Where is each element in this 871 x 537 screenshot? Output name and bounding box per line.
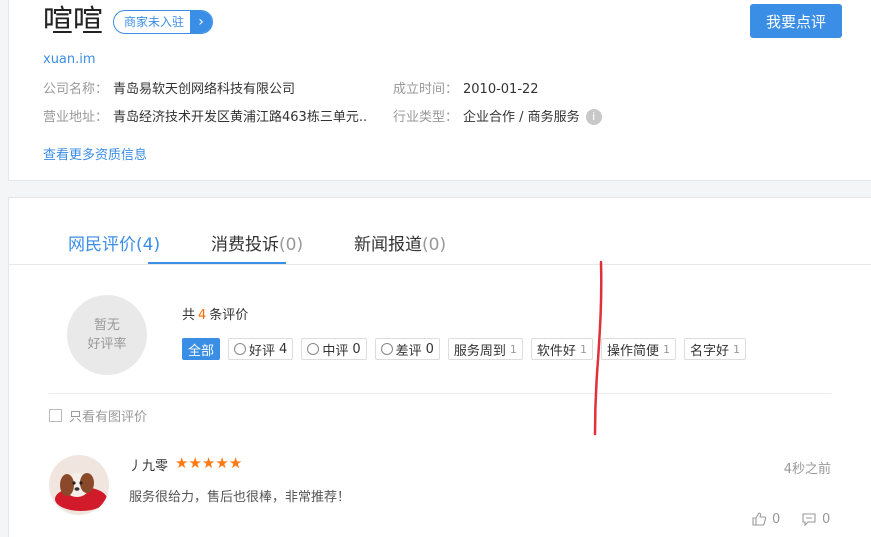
filter-count: 1 bbox=[579, 342, 587, 356]
like-count: 0 bbox=[772, 511, 781, 527]
address-row: 营业地址： 青岛经济技术开发区黄浦江路463栋三单元.. bbox=[43, 109, 367, 127]
total-suffix: 条评价 bbox=[209, 308, 249, 323]
review-total: 共 4 条评价 bbox=[182, 304, 248, 323]
rating-line2: 好评率 bbox=[87, 337, 127, 352]
review-item: 丿九零 ★★★★★ 4秒之前 服务很给力，售后也很棒，非常推荐！ 0 0 bbox=[49, 453, 831, 533]
tab-news[interactable]: 新闻报道(0) bbox=[354, 230, 446, 255]
merchant-badge[interactable]: 商家未入驻 › bbox=[113, 10, 214, 34]
filter-tag-service[interactable]: 服务周到 1 bbox=[447, 338, 523, 360]
star-icon: ★ bbox=[188, 454, 202, 472]
filter-negative[interactable]: 差评 0 bbox=[374, 338, 440, 360]
filter-label: 中评 bbox=[322, 343, 349, 359]
tab-label: 新闻报道 bbox=[354, 235, 422, 255]
star-icon: ★ bbox=[175, 454, 189, 472]
filter-count: 1 bbox=[509, 342, 517, 356]
divider bbox=[49, 393, 831, 394]
tab-label: 网民评价 bbox=[68, 235, 136, 255]
comment-button[interactable]: 0 bbox=[801, 511, 830, 527]
star-icon: ★ bbox=[228, 454, 243, 472]
tab-count: (0) bbox=[279, 235, 304, 255]
filter-all[interactable]: 全部 bbox=[182, 338, 221, 360]
review-time: 4秒之前 bbox=[783, 462, 831, 477]
rating-line1: 暂无 bbox=[93, 318, 120, 333]
smile-icon bbox=[234, 343, 247, 355]
only-pictures-checkbox[interactable] bbox=[49, 409, 62, 422]
industry-row: 行业类型： 企业合作 / 商务服务 i bbox=[393, 109, 602, 127]
write-review-button[interactable]: 我要点评 bbox=[750, 4, 842, 38]
neutral-face-icon bbox=[307, 343, 320, 355]
filter-tag-easy[interactable]: 操作简便 1 bbox=[600, 338, 676, 360]
reviews-card: 网民评价(4) 消费投诉(0) 新闻报道(0) 暂无 好评率 共 4 条评价 全部 … bbox=[8, 197, 871, 537]
filter-tag-software[interactable]: 软件好 1 bbox=[530, 338, 593, 360]
tab-label: 消费投诉 bbox=[211, 235, 279, 255]
review-text: 服务很给力，售后也很棒，非常推荐！ bbox=[129, 490, 351, 505]
active-tab-indicator bbox=[148, 262, 286, 264]
filter-tag-name[interactable]: 名字好 1 bbox=[683, 338, 746, 360]
sad-face-icon bbox=[380, 343, 393, 355]
filter-label: 名字好 bbox=[689, 343, 729, 359]
industry-label: 行业类型： bbox=[393, 110, 459, 125]
info-icon[interactable]: i bbox=[585, 109, 602, 125]
tab-count: (4) bbox=[136, 235, 161, 255]
company-name-label: 公司名称： bbox=[43, 82, 109, 97]
comment-icon bbox=[802, 513, 816, 527]
comment-count: 0 bbox=[822, 511, 831, 527]
thumbs-up-icon bbox=[752, 512, 767, 526]
established-value: 2010-01-22 bbox=[463, 82, 539, 97]
company-card: 喧喧 商家未入驻 › 我要点评 xuan.im 公司名称： 青岛易软天创网络科技… bbox=[8, 0, 871, 181]
filter-count: 0 bbox=[425, 341, 434, 357]
total-prefix: 共 bbox=[182, 308, 196, 323]
site-link[interactable]: xuan.im bbox=[43, 52, 96, 67]
avatar[interactable] bbox=[49, 455, 109, 515]
established-row: 成立时间： 2010-01-22 bbox=[393, 81, 539, 99]
filter-chips: 全部 好评 4 中评 0 差评 0 服务周到 1 软件好 1 操作简便 1 名字好 1 bbox=[182, 338, 746, 360]
tab-bar: 网民评价(4) 消费投诉(0) 新闻报道(0) bbox=[9, 198, 871, 265]
filter-count: 4 bbox=[279, 341, 288, 357]
tab-count: (0) bbox=[422, 235, 447, 255]
industry-value: 企业合作 / 商务服务 bbox=[463, 110, 580, 125]
company-title: 喧喧 bbox=[43, 4, 103, 39]
filter-neutral[interactable]: 中评 0 bbox=[301, 338, 367, 360]
established-label: 成立时间： bbox=[393, 82, 459, 97]
tab-user-reviews[interactable]: 网民评价(4) bbox=[68, 230, 160, 255]
more-info-link[interactable]: 查看更多资质信息 bbox=[43, 144, 147, 163]
star-rating: ★★★★★ bbox=[175, 454, 242, 472]
star-icon: ★ bbox=[215, 454, 229, 472]
filter-count: 0 bbox=[352, 341, 361, 357]
company-name-row: 公司名称： 青岛易软天创网络科技有限公司 bbox=[43, 81, 295, 99]
chevron-right-icon: › bbox=[190, 11, 213, 33]
filter-label: 全部 bbox=[188, 343, 215, 359]
filter-positive[interactable]: 好评 4 bbox=[228, 338, 294, 360]
filter-label: 服务周到 bbox=[453, 343, 506, 359]
filter-count: 1 bbox=[732, 342, 740, 356]
only-pictures-label: 只看有图评价 bbox=[69, 410, 148, 425]
star-icon: ★ bbox=[201, 454, 216, 472]
tab-complaints[interactable]: 消费投诉(0) bbox=[211, 230, 303, 255]
filter-label: 操作简便 bbox=[606, 343, 659, 359]
company-name-value: 青岛易软天创网络科技有限公司 bbox=[113, 82, 296, 97]
filter-label: 好评 bbox=[249, 343, 276, 359]
address-label: 营业地址： bbox=[43, 110, 109, 125]
review-username[interactable]: 丿九零 bbox=[129, 455, 168, 474]
total-count: 4 bbox=[198, 308, 207, 323]
rating-circle: 暂无 好评率 bbox=[67, 295, 147, 375]
filter-count: 1 bbox=[662, 342, 670, 356]
like-button[interactable]: 0 bbox=[751, 511, 780, 527]
filter-label: 软件好 bbox=[536, 343, 576, 359]
only-pictures-toggle[interactable]: 只看有图评价 bbox=[49, 406, 147, 425]
merchant-badge-label: 商家未入驻 bbox=[124, 15, 185, 29]
filter-label: 差评 bbox=[395, 343, 422, 359]
address-value: 青岛经济技术开发区黄浦江路463栋三单元.. bbox=[113, 110, 368, 125]
